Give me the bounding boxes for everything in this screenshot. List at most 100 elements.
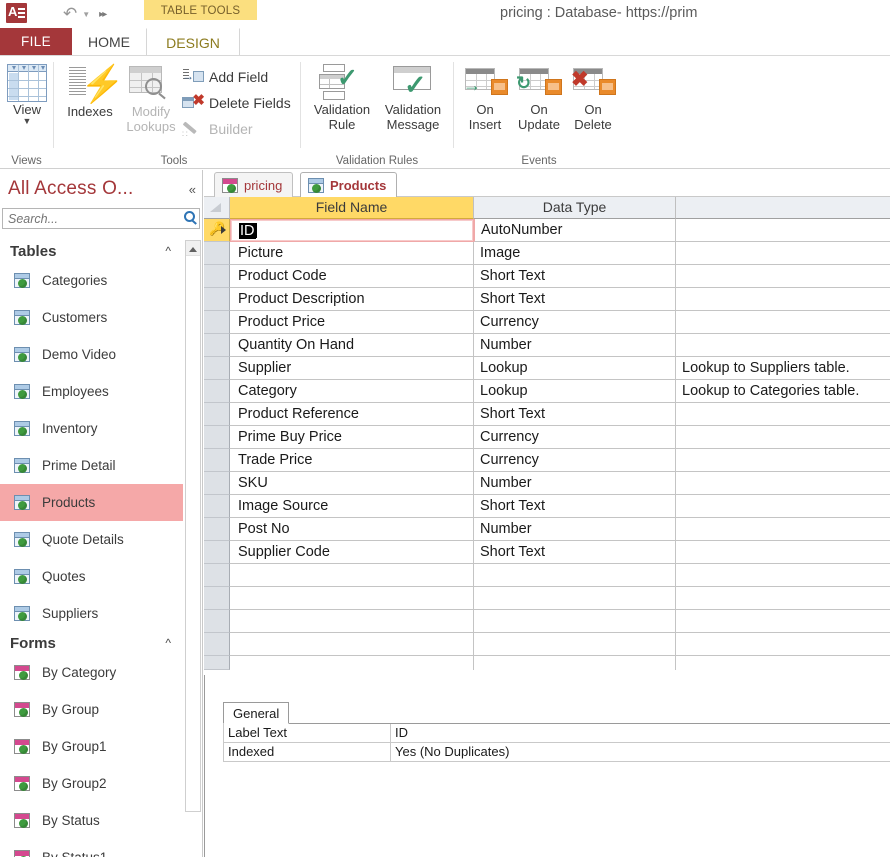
cell-field-name[interactable] [230, 564, 474, 587]
tab-home[interactable]: HOME [72, 28, 146, 56]
cell-description[interactable] [676, 472, 890, 495]
row-selector[interactable] [204, 403, 230, 426]
column-header-data-type[interactable]: Data Type [474, 197, 676, 219]
nav-item-suppliers[interactable]: Suppliers [0, 595, 183, 632]
view-dropdown-icon[interactable]: ▼ [23, 117, 32, 126]
table-row[interactable]: Trade Price Currency [204, 449, 890, 472]
nav-item-by-status1[interactable]: By Status1 [0, 839, 183, 857]
cell-description[interactable] [676, 495, 890, 518]
scroll-up-arrow-icon[interactable] [186, 241, 200, 256]
table-row[interactable]: Product Description Short Text [204, 288, 890, 311]
nav-item-quotes[interactable]: Quotes [0, 558, 183, 595]
row-selector[interactable] [204, 518, 230, 541]
property-row[interactable]: Label Text ID [223, 724, 890, 743]
row-selector[interactable] [204, 357, 230, 380]
on-delete-button[interactable]: ✖ On Delete [566, 68, 620, 132]
row-selector[interactable] [204, 656, 230, 670]
cell-field-name[interactable]: Picture [230, 242, 474, 265]
cell-field-name[interactable]: Category [230, 380, 474, 403]
cell-data-type[interactable]: Currency [474, 426, 676, 449]
table-row[interactable]: Supplier Lookup Lookup to Suppliers tabl… [204, 357, 890, 380]
cell-description[interactable] [676, 288, 890, 311]
cell-data-type[interactable]: Short Text [474, 541, 676, 564]
field-properties-tab-general[interactable]: General [223, 702, 290, 724]
nav-item-by-group2[interactable]: By Group2 [0, 765, 183, 802]
row-selector[interactable] [204, 495, 230, 518]
cell-field-name[interactable]: Supplier [230, 357, 474, 380]
row-selector[interactable] [204, 564, 230, 587]
cell-description[interactable] [676, 242, 890, 265]
cell-description[interactable]: Lookup to Categories table. [676, 380, 890, 403]
table-row[interactable]: Product Code Short Text [204, 265, 890, 288]
cell-field-name[interactable] [230, 656, 474, 670]
table-row[interactable] [204, 610, 890, 633]
search-input[interactable] [6, 210, 171, 227]
cell-data-type[interactable]: Lookup [474, 357, 676, 380]
nav-item-quote-details[interactable]: Quote Details [0, 521, 183, 558]
row-selector[interactable] [204, 288, 230, 311]
table-row[interactable] [204, 656, 890, 670]
cell-data-type[interactable] [474, 564, 676, 587]
table-row[interactable]: Prime Buy Price Currency [204, 426, 890, 449]
cell-field-name[interactable] [230, 610, 474, 633]
modify-lookups-button[interactable]: Modify Lookups [120, 66, 182, 134]
cell-data-type[interactable]: Currency [474, 449, 676, 472]
cell-data-type[interactable]: Short Text [474, 288, 676, 311]
cell-description[interactable] [676, 518, 890, 541]
row-selector[interactable] [204, 449, 230, 472]
cell-data-type[interactable]: Short Text [474, 495, 676, 518]
cell-field-name[interactable]: Supplier Code [230, 541, 474, 564]
cell-field-name[interactable]: SKU [230, 472, 474, 495]
validation-rule-button[interactable]: ✓ Validation Rule [309, 64, 375, 132]
cell-data-type[interactable]: Image [474, 242, 676, 265]
collapse-navigation-pane-icon[interactable]: « [189, 182, 196, 197]
cell-description[interactable] [676, 656, 890, 670]
nav-item-by-group1[interactable]: By Group1 [0, 728, 183, 765]
nav-item-products[interactable]: Products [0, 484, 183, 521]
row-selector[interactable] [204, 380, 230, 403]
cell-description[interactable] [676, 265, 890, 288]
row-selector[interactable] [204, 541, 230, 564]
save-icon[interactable] [37, 7, 54, 24]
undo-icon[interactable]: ↶ [63, 5, 77, 23]
doc-tab-pricing[interactable]: pricing [214, 172, 294, 197]
table-row[interactable]: Quantity On Hand Number [204, 334, 890, 357]
add-field-button[interactable]: → Add Field [182, 66, 268, 88]
nav-item-categories[interactable]: Categories [0, 262, 183, 299]
table-row[interactable]: Product Reference Short Text [204, 403, 890, 426]
row-selector[interactable] [204, 587, 230, 610]
cell-description[interactable] [676, 541, 890, 564]
cell-description[interactable] [676, 633, 890, 656]
row-selector[interactable]: 🔑 [204, 219, 230, 242]
builder-button[interactable]: ∷ Builder [182, 118, 253, 140]
nav-item-employees[interactable]: Employees [0, 373, 183, 410]
view-button[interactable]: View ▼ [5, 64, 49, 126]
cell-data-type[interactable]: Number [474, 334, 676, 357]
cell-description[interactable] [676, 610, 890, 633]
cell-description[interactable] [676, 587, 890, 610]
cell-description[interactable] [676, 311, 890, 334]
cell-field-name[interactable]: Product Price [230, 311, 474, 334]
access-app-icon[interactable] [6, 3, 28, 25]
nav-item-customers[interactable]: Customers [0, 299, 183, 336]
cell-description[interactable] [676, 403, 890, 426]
cell-description[interactable] [676, 564, 890, 587]
cell-description[interactable]: Lookup to Suppliers table. [676, 357, 890, 380]
on-insert-button[interactable]: → On Insert [458, 68, 512, 132]
row-selector[interactable] [204, 426, 230, 449]
nav-group-tables[interactable]: Tables ^ [0, 238, 183, 265]
row-selector[interactable] [204, 472, 230, 495]
nav-item-demo-video[interactable]: Demo Video [0, 336, 183, 373]
nav-item-by-category[interactable]: By Category [0, 654, 183, 691]
column-header-description[interactable] [676, 197, 890, 219]
row-selector[interactable] [204, 265, 230, 288]
table-row[interactable]: SKU Number [204, 472, 890, 495]
grid-corner-selector[interactable] [204, 197, 230, 219]
cell-field-name[interactable] [230, 587, 474, 610]
delete-fields-button[interactable]: ✖ Delete Fields [182, 92, 291, 114]
nav-item-by-status[interactable]: By Status [0, 802, 183, 839]
doc-tab-products[interactable]: Products [300, 172, 398, 197]
table-row[interactable]: 🔑 ID AutoNumber [204, 219, 890, 242]
search-icon[interactable] [184, 211, 195, 222]
cell-field-name[interactable]: Product Code [230, 265, 474, 288]
